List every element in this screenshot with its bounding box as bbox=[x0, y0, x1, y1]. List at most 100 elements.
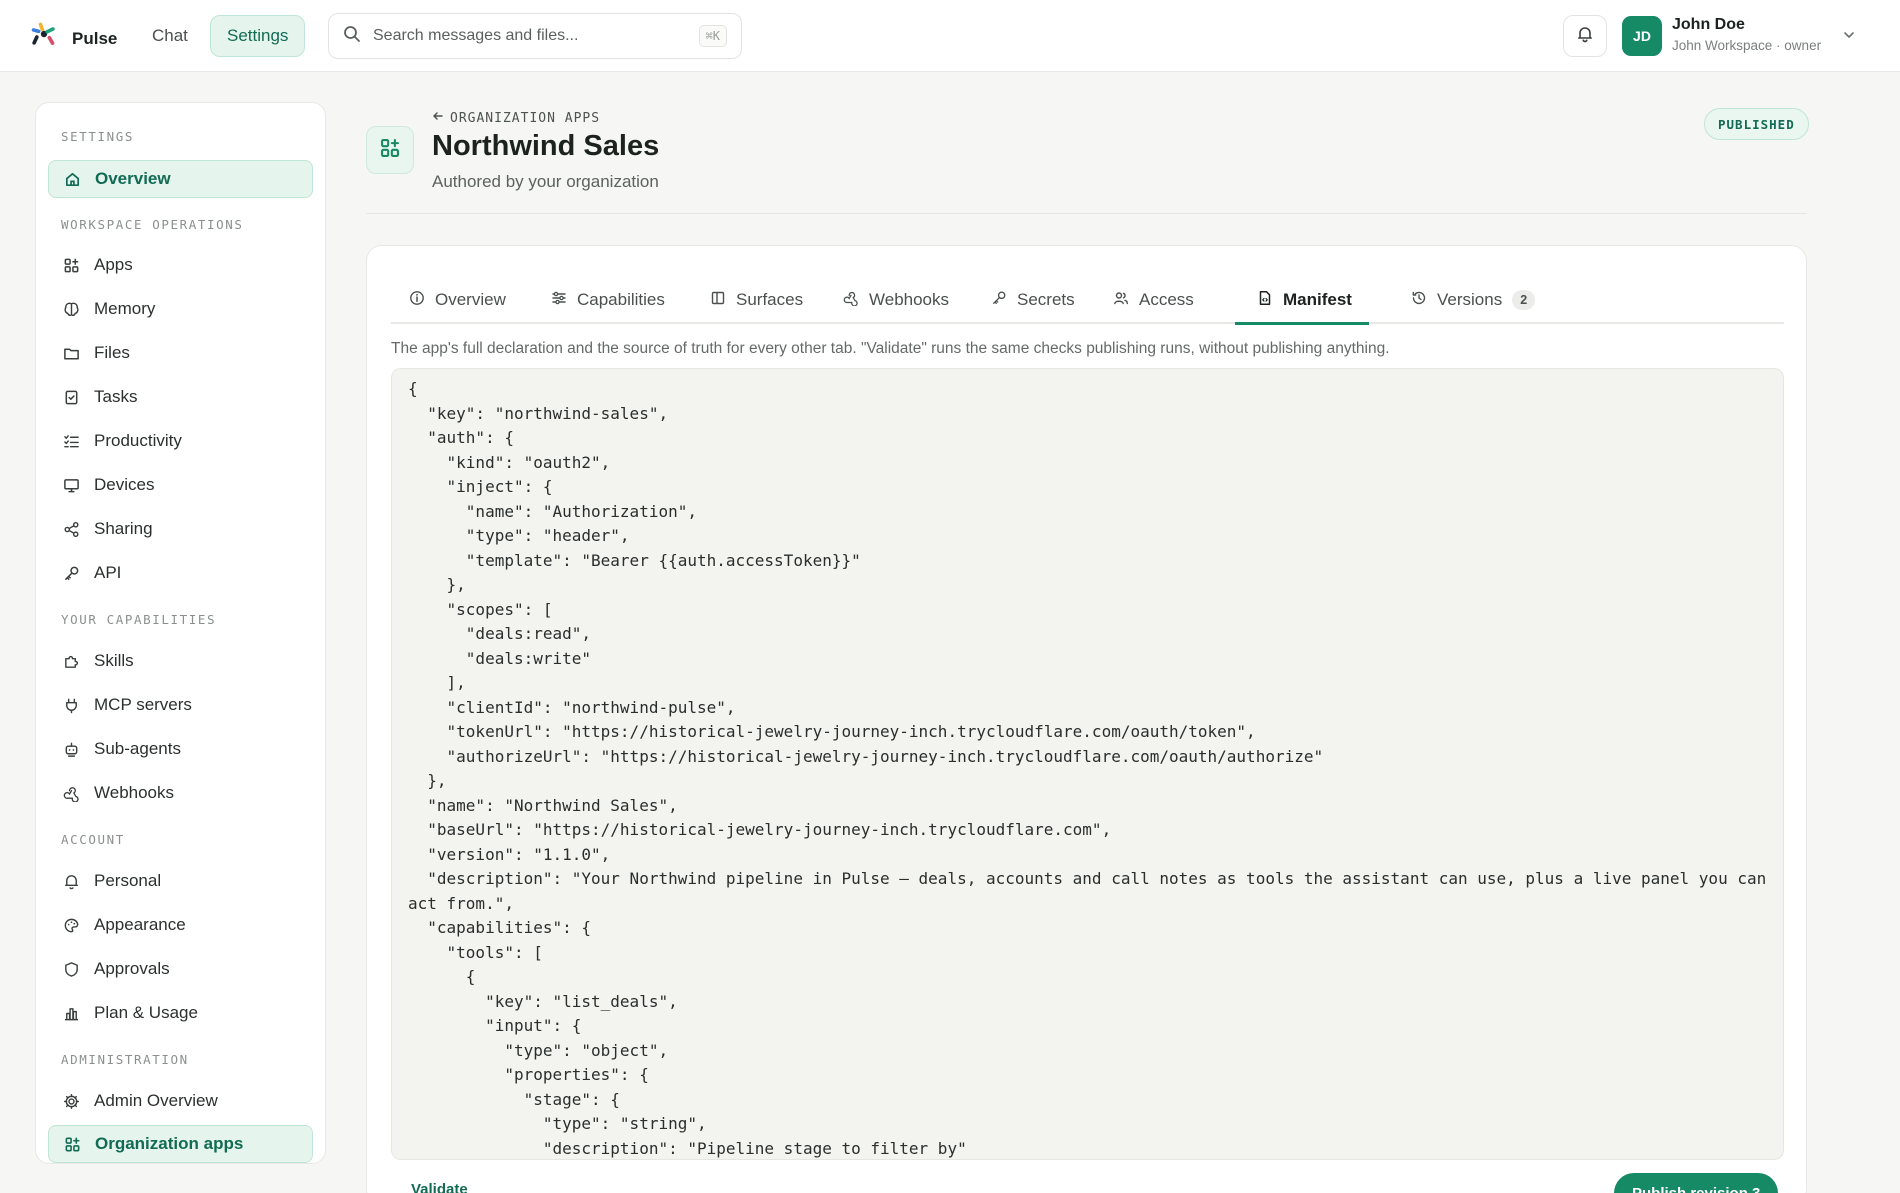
bar-chart-icon bbox=[62, 1004, 80, 1022]
back-link-label: ORGANIZATION APPS bbox=[450, 110, 601, 126]
nav-chat[interactable]: Chat bbox=[146, 16, 194, 56]
arrow-left-icon bbox=[432, 110, 444, 126]
manifest-description: The app's full declaration and the sourc… bbox=[391, 340, 1390, 357]
sidebar-item-tasks[interactable]: Tasks bbox=[48, 378, 313, 416]
tab-surfaces[interactable]: Surfaces bbox=[710, 276, 803, 324]
sidebar-item-devices[interactable]: Devices bbox=[48, 466, 313, 504]
file-code-icon bbox=[1257, 290, 1273, 311]
sidebar-item-label: Apps bbox=[94, 255, 133, 274]
tab-bar: Overview Capabilities Surfaces Webhooks … bbox=[391, 276, 1784, 325]
sidebar-item-label: Sub-agents bbox=[94, 739, 181, 758]
back-to-organization-apps[interactable]: ORGANIZATION APPS bbox=[432, 110, 600, 126]
tab-label: Capabilities bbox=[577, 290, 665, 309]
sidebar-item-sharing[interactable]: Sharing bbox=[48, 510, 313, 548]
tab-manifest[interactable]: Manifest bbox=[1257, 276, 1352, 324]
search-input[interactable]: Search messages and files... ⌘K bbox=[328, 13, 742, 59]
tab-label: Secrets bbox=[1017, 290, 1075, 309]
top-bar: Pulse Chat Settings Search messages and … bbox=[0, 0, 1900, 72]
sidebar-section-workspace: WORKSPACE OPERATIONS bbox=[61, 217, 244, 232]
sidebar-item-label: Plan & Usage bbox=[94, 1003, 198, 1022]
sidebar-item-label: Memory bbox=[94, 299, 156, 318]
list-check-icon bbox=[62, 432, 80, 450]
apps-icon bbox=[63, 1135, 81, 1153]
avatar[interactable]: JD bbox=[1622, 16, 1662, 56]
key-icon bbox=[991, 290, 1007, 311]
share-icon bbox=[62, 520, 80, 538]
monitor-icon bbox=[62, 476, 80, 494]
sidebar-item-files[interactable]: Files bbox=[48, 334, 313, 372]
clipboard-check-icon bbox=[62, 388, 80, 406]
sidebar-item-label: Sharing bbox=[94, 519, 153, 538]
tab-versions[interactable]: Versions 2 bbox=[1411, 276, 1536, 324]
sliders-icon bbox=[551, 290, 567, 311]
sidebar-item-label: Skills bbox=[94, 651, 134, 670]
app-detail-card: Overview Capabilities Surfaces Webhooks … bbox=[366, 245, 1807, 1193]
sidebar-item-admin-overview[interactable]: Admin Overview bbox=[48, 1082, 313, 1120]
sidebar-section-capabilities: YOUR CAPABILITIES bbox=[61, 612, 217, 627]
chevron-down-icon[interactable] bbox=[1842, 28, 1856, 47]
sidebar-item-label: Files bbox=[94, 343, 130, 362]
shield-icon bbox=[62, 960, 80, 978]
sidebar-item-label: Admin Overview bbox=[94, 1091, 218, 1110]
brain-icon bbox=[62, 300, 80, 318]
puzzle-icon bbox=[62, 652, 80, 670]
panel-icon bbox=[710, 290, 726, 311]
sidebar-item-appearance[interactable]: Appearance bbox=[48, 906, 313, 944]
sidebar-item-productivity[interactable]: Productivity bbox=[48, 422, 313, 460]
app-icon bbox=[366, 126, 414, 174]
tab-label: Surfaces bbox=[736, 290, 804, 309]
sidebar-item-organization-apps[interactable]: Organization apps bbox=[48, 1125, 313, 1163]
sidebar-item-webhooks[interactable]: Webhooks bbox=[48, 774, 313, 812]
versions-count-badge: 2 bbox=[1512, 290, 1536, 310]
sidebar-item-label: Organization apps bbox=[95, 1134, 244, 1153]
status-badge: PUBLISHED bbox=[1704, 108, 1809, 140]
home-icon bbox=[63, 170, 81, 188]
nav-settings[interactable]: Settings bbox=[210, 15, 306, 57]
sidebar-item-label: Appearance bbox=[94, 915, 186, 934]
bot-icon bbox=[62, 740, 80, 758]
validate-button[interactable]: Validate bbox=[411, 1181, 468, 1193]
sidebar-item-skills[interactable]: Skills bbox=[48, 642, 313, 680]
key-icon bbox=[62, 564, 80, 582]
pulse-logo-icon bbox=[28, 20, 60, 57]
sidebar-item-api[interactable]: API bbox=[48, 554, 313, 592]
bell-icon bbox=[1576, 25, 1594, 48]
tab-label: Versions bbox=[1437, 290, 1503, 309]
user-name[interactable]: John Doe bbox=[1672, 16, 1745, 34]
tab-webhooks[interactable]: Webhooks bbox=[843, 276, 949, 324]
sidebar-section-settings: SETTINGS bbox=[61, 129, 135, 144]
sidebar-item-memory[interactable]: Memory bbox=[48, 290, 313, 328]
webhook-icon bbox=[843, 290, 859, 311]
sidebar-item-label: MCP servers bbox=[94, 695, 192, 714]
folder-icon bbox=[62, 344, 80, 362]
info-icon bbox=[409, 290, 425, 311]
sidebar-item-label: API bbox=[94, 563, 122, 582]
sidebar-item-label: Approvals bbox=[94, 959, 170, 978]
manifest-editor[interactable]: { "key": "northwind-sales", "auth": { "k… bbox=[391, 368, 1784, 1160]
tab-overview[interactable]: Overview bbox=[409, 276, 506, 324]
sidebar-item-approvals[interactable]: Approvals bbox=[48, 950, 313, 988]
sidebar-item-sub-agents[interactable]: Sub-agents bbox=[48, 730, 313, 768]
publish-revision-button[interactable]: Publish revision 3 bbox=[1614, 1173, 1779, 1193]
search-shortcut: ⌘K bbox=[698, 25, 727, 47]
users-icon bbox=[1113, 290, 1129, 311]
sidebar-item-mcp-servers[interactable]: MCP servers bbox=[48, 686, 313, 724]
tab-access[interactable]: Access bbox=[1113, 276, 1194, 324]
settings-sidebar: SETTINGS Overview WORKSPACE OPERATIONS A… bbox=[35, 102, 326, 1164]
active-tab-indicator bbox=[1235, 322, 1369, 325]
tab-secrets[interactable]: Secrets bbox=[991, 276, 1075, 324]
brand[interactable]: Pulse bbox=[28, 20, 117, 57]
sidebar-item-apps[interactable]: Apps bbox=[48, 246, 313, 284]
manifest-code[interactable]: { "key": "northwind-sales", "auth": { "k… bbox=[408, 377, 1767, 1159]
sidebar-section-account: ACCOUNT bbox=[61, 832, 125, 847]
sidebar-item-personal[interactable]: Personal bbox=[48, 862, 313, 900]
notifications-button[interactable] bbox=[1563, 15, 1607, 57]
sidebar-item-plan-usage[interactable]: Plan & Usage bbox=[48, 994, 313, 1032]
tab-label: Overview bbox=[435, 290, 506, 309]
gear-icon bbox=[62, 1092, 80, 1110]
sidebar-item-overview[interactable]: Overview bbox=[48, 160, 313, 198]
tab-capabilities[interactable]: Capabilities bbox=[551, 276, 665, 324]
page-title: Northwind Sales bbox=[432, 130, 660, 162]
sidebar-item-label: Productivity bbox=[94, 431, 182, 450]
sidebar-item-label: Webhooks bbox=[94, 783, 175, 802]
